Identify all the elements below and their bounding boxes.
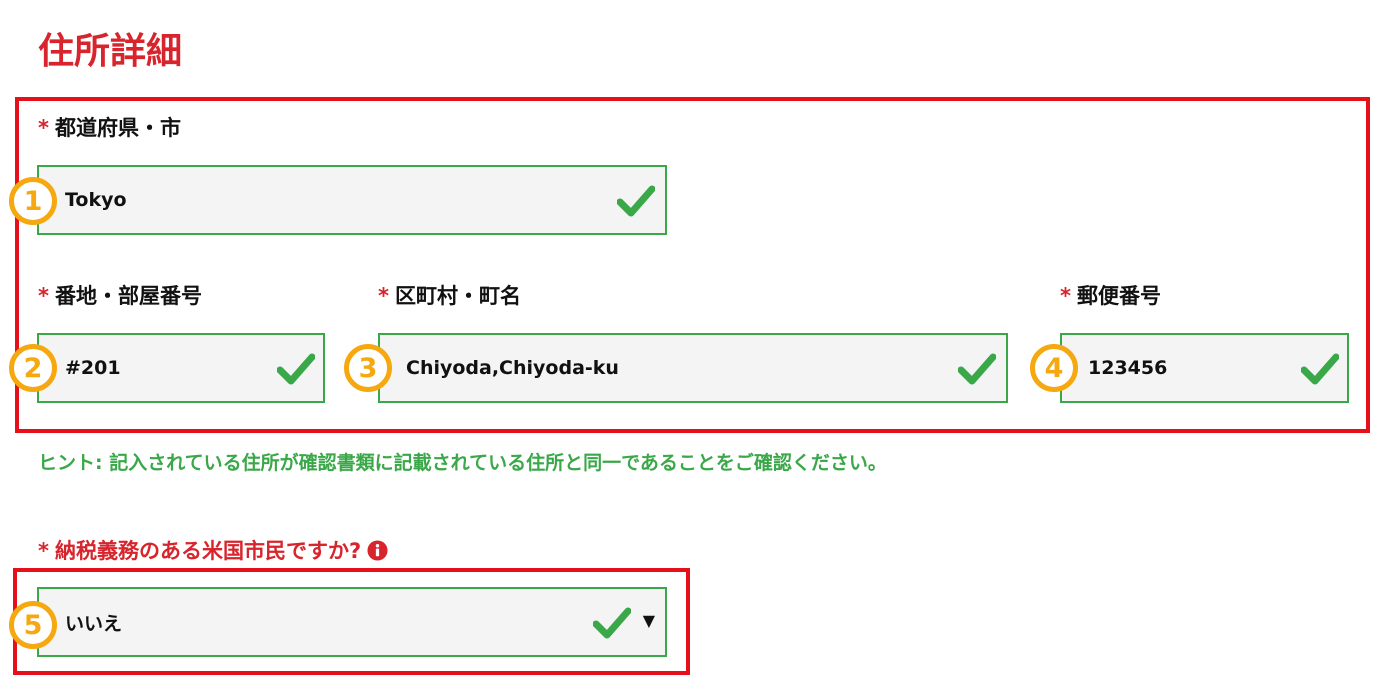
section-title: 住所詳細: [38, 31, 183, 72]
street-room-value: #201: [65, 357, 121, 379]
step-badge-5: 5: [9, 601, 57, 649]
step-badge-3: 3: [344, 344, 392, 392]
postal-code-value: 123456: [1088, 357, 1168, 379]
step-badge-2: 2: [9, 344, 57, 392]
ward-town-label-text: 区町村・町名: [394, 284, 521, 308]
address-hint-text: ヒント: 記入されている住所が確認書類に記載されている住所と同一であることをご確…: [38, 452, 887, 474]
postal-code-field[interactable]: 123456: [1060, 333, 1349, 403]
ward-town-value: Chiyoda,Chiyoda-ku: [406, 357, 619, 379]
postal-code-label: * 郵便番号: [1060, 282, 1161, 310]
checkmark-icon: [958, 353, 996, 385]
info-circle-icon[interactable]: [367, 540, 388, 561]
ward-town-label: * 区町村・町名: [378, 282, 521, 310]
checkmark-icon: [617, 185, 655, 217]
postal-code-label-text: 郵便番号: [1076, 284, 1161, 308]
street-room-label: * 番地・部屋番号: [38, 282, 202, 310]
us-taxpayer-selected-value: いいえ: [65, 612, 123, 635]
prefecture-city-field[interactable]: Tokyo: [37, 165, 667, 235]
prefecture-city-value: Tokyo: [65, 189, 127, 211]
required-asterisk: *: [1060, 284, 1071, 308]
checkmark-icon: [593, 607, 631, 639]
us-taxpayer-select[interactable]: いいえ ▼: [37, 587, 667, 657]
step-badge-1: 1: [9, 177, 57, 225]
required-asterisk: *: [38, 116, 49, 140]
required-asterisk: *: [38, 539, 49, 563]
required-asterisk: *: [378, 284, 389, 308]
checkmark-icon: [277, 353, 315, 385]
required-asterisk: *: [38, 284, 49, 308]
step-badge-4: 4: [1030, 344, 1078, 392]
caret-down-icon[interactable]: ▼: [643, 611, 655, 630]
ward-town-field[interactable]: Chiyoda,Chiyoda-ku: [378, 333, 1008, 403]
prefecture-city-label-text: 都道府県・市: [54, 116, 181, 140]
us-taxpayer-label: * 納税義務のある米国市民ですか?: [38, 537, 388, 565]
street-room-field[interactable]: #201: [37, 333, 325, 403]
street-room-label-text: 番地・部屋番号: [54, 284, 202, 308]
us-taxpayer-label-text: 納税義務のある米国市民ですか?: [54, 539, 362, 563]
checkmark-icon: [1301, 353, 1339, 385]
prefecture-city-label: * 都道府県・市: [38, 114, 181, 142]
address-details-page: 住所詳細 * 都道府県・市 Tokyo 1 * 番地・部屋番号 #201 2 * 区町…: [0, 0, 1386, 697]
